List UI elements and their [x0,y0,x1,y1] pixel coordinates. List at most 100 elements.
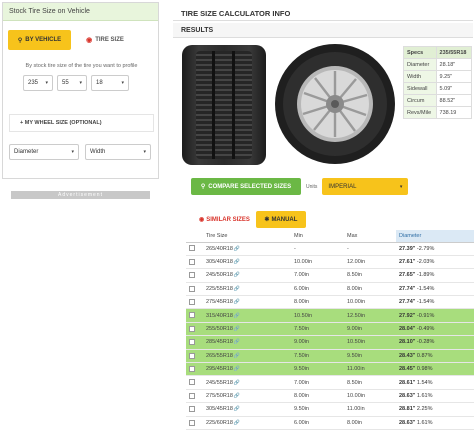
table-row[interactable]: 245/50R18🔗 7.00in 8.50in 27.65" -1.89% [186,268,474,283]
link-icon[interactable]: 🔗 [234,259,240,265]
units-select[interactable]: IMPERIAL ▾ [322,178,409,195]
table-row[interactable]: 295/45R18🔗 9.50in 11.00in 28.45" 0.98% [186,362,474,377]
link-icon[interactable]: 🔗 [234,353,240,359]
min-cell: 8.00in [291,295,344,310]
diameter-cell: 28.04" -0.49% [396,322,474,337]
tire-size-cell[interactable]: 265/55R18🔗 [203,349,291,364]
tire-size-value: 225/55R18 [206,285,233,292]
row-checkbox[interactable] [189,312,195,319]
row-checkbox[interactable] [189,339,195,346]
result-tabs: ◉ SIMILAR SIZES ✱ MANUAL [199,211,306,228]
table-row[interactable]: 225/55R18🔗 6.00in 8.00in 27.74" -1.54% [186,282,474,297]
tire-size-cell[interactable]: 225/55R18🔗 [203,282,291,297]
row-checkbox-cell [186,268,203,283]
tire-size-cell[interactable]: 305/40R18🔗 [203,255,291,270]
tire-size-cell[interactable]: 245/55R18🔗 [203,375,291,390]
link-icon[interactable]: 🔗 [234,339,240,345]
row-checkbox[interactable] [189,392,195,399]
link-icon[interactable]: 🔗 [234,299,240,305]
rim-select[interactable]: 18 ▾ [91,75,129,91]
row-checkbox[interactable] [189,379,195,386]
link-icon[interactable]: 🔗 [234,272,240,278]
tire-size-value: 265/40R18 [206,245,233,252]
row-checkbox[interactable] [189,365,195,372]
table-row[interactable]: 265/40R18🔗 - -27.39" -2.79% [186,242,474,256]
tire-size-cell[interactable]: 285/45R18🔗 [203,335,291,350]
table-row[interactable]: 255/50R18🔗 7.50in 9.00in 28.04" -0.49% [186,322,474,337]
link-icon[interactable]: 🔗 [234,246,240,252]
table-row[interactable]: 285/45R18🔗 9.00in 10.50in 28.10" -0.28% [186,335,474,350]
my-wheel-size-toggle[interactable]: + MY WHEEL SIZE (OPTIONAL) [9,114,154,132]
table-row[interactable]: 305/40R18🔗 10.00in 12.00in 27.61" -2.03% [186,255,474,270]
row-checkbox[interactable] [189,245,195,252]
aspect-select[interactable]: 55 ▾ [57,75,87,91]
chevron-down-icon: ▾ [143,149,146,155]
table-row[interactable]: 265/55R18🔗 7.50in 9.50in 28.43" 0.87% [186,349,474,364]
link-icon[interactable]: 🔗 [234,326,240,332]
aspect-value: 55 [62,80,69,86]
row-checkbox[interactable] [189,272,195,279]
min-cell: 7.00in [291,268,344,283]
spec-key: Revs/Mile [403,106,437,119]
tire-size-cell[interactable]: 305/45R18🔗 [203,402,291,417]
tire-size-cell[interactable]: 245/50R18🔗 [203,268,291,283]
table-row[interactable]: 275/45R18🔗 8.00in 10.00in 27.74" -1.54% [186,295,474,310]
max-cell: 12.00in [344,255,396,270]
row-checkbox[interactable] [189,419,195,426]
table-row[interactable]: 315/40R18🔗 10.50in 12.50in 27.92" -0.91% [186,308,474,323]
table-row[interactable]: 225/60R18🔗 6.00in 8.00in 28.63" 1.61% [186,416,474,430]
row-checkbox[interactable] [189,406,195,413]
tire-size-value: 285/45R18 [206,339,233,346]
tab-tire-size[interactable]: ◉ TIRE SIZE [74,30,136,50]
row-checkbox[interactable] [189,299,195,306]
tab-by-vehicle[interactable]: ⚲ BY VEHICLE [8,30,71,50]
compare-selected-sizes-button[interactable]: ⚲ COMPARE SELECTED SIZES [191,178,301,195]
link-icon[interactable]: 🔗 [234,393,240,399]
width-dimension-select[interactable]: Width ▾ [85,144,151,160]
dimension-selects: Diameter ▾ Width ▾ [9,144,151,160]
width-select[interactable]: 235 ▾ [23,75,53,91]
tab-manual[interactable]: ✱ MANUAL [255,211,306,228]
diameter-value: 28.81" [399,406,416,413]
diameter-diff: 2.25% [416,406,433,413]
link-icon[interactable]: 🔗 [234,420,240,426]
tire-size-cell[interactable]: 315/40R18🔗 [203,308,291,323]
results-heading: RESULTS [173,23,473,38]
row-checkbox[interactable] [189,258,195,265]
row-checkbox[interactable] [189,285,195,292]
max-cell: 9.50in [344,349,396,364]
tire-size-cell[interactable]: 295/45R18🔗 [203,362,291,377]
row-checkbox[interactable] [189,325,195,332]
tire-size-cell[interactable]: 275/45R18🔗 [203,295,291,310]
link-icon[interactable]: 🔗 [234,366,240,372]
tire-size-cell[interactable]: 225/60R18🔗 [203,416,291,430]
gear-icon: ✱ [264,217,270,223]
diameter-diff: 1.61% [416,392,433,399]
tire-size-value: 225/60R18 [206,419,233,426]
table-header-row: Tire Size Min Max Diameter [186,230,474,243]
row-checkbox-cell [186,416,203,430]
tread-groove [232,51,235,159]
tire-size-cell[interactable]: 275/50R18🔗 [203,389,291,404]
link-icon[interactable]: 🔗 [234,313,240,319]
table-row[interactable]: 305/45R18🔗 9.50in 11.00in 28.81" 2.25% [186,402,474,417]
chevron-down-icon: ▾ [71,149,74,155]
table-row[interactable]: 245/55R18🔗 7.00in 8.50in 28.61" 1.54% [186,375,474,390]
max-cell: 12.50in [344,308,396,323]
link-icon[interactable]: 🔗 [234,380,240,386]
width-value: 235 [28,80,39,86]
specs-row: Specs 235/55R18 [403,46,473,59]
diameter-value: 28.04" [399,326,416,333]
tab-similar-sizes[interactable]: ◉ SIMILAR SIZES [199,216,250,224]
row-checkbox[interactable] [189,352,195,359]
link-icon[interactable]: 🔗 [234,406,240,412]
select-column-header [186,230,203,243]
table-row[interactable]: 275/50R18🔗 8.00in 10.00in 28.63" 1.61% [186,389,474,404]
row-checkbox-cell [186,389,203,404]
tire-size-cell[interactable]: 255/50R18🔗 [203,322,291,337]
spec-value: 5.09" [435,82,473,95]
tire-size-cell[interactable]: 265/40R18🔗 [203,242,291,256]
diameter-column-header[interactable]: Diameter [396,230,474,243]
diameter-select[interactable]: Diameter ▾ [9,144,79,160]
link-icon[interactable]: 🔗 [234,286,240,292]
